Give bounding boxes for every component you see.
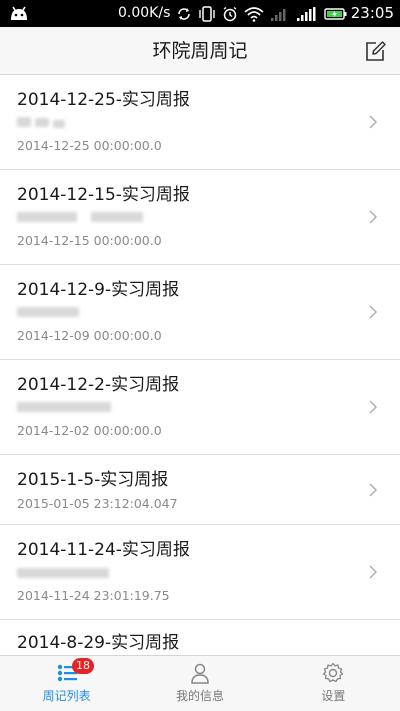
sync-icon	[178, 7, 190, 20]
chevron-right-icon	[369, 305, 378, 319]
app-header: 环院周周记	[0, 27, 400, 75]
report-title: 2014-8-29-实习周报	[17, 633, 180, 653]
tab-my-info[interactable]: 我的信息	[133, 656, 266, 711]
report-title: 2014-12-15-实习周报	[17, 185, 190, 205]
chevron-right-icon	[369, 115, 378, 129]
list-item[interactable]: 2014-12-25-实习周报 2014-12-25 00:00:00.0	[0, 75, 400, 170]
user-icon	[191, 663, 209, 684]
report-title: 2014-12-2-实习周报	[17, 375, 180, 395]
signal-icon	[271, 8, 286, 21]
list-item[interactable]: 2014-11-24-实习周报 2014-11-24 23:01:19.75	[0, 525, 400, 620]
gear-icon	[323, 662, 344, 683]
wifi-icon	[244, 6, 264, 22]
net-speed: 0.00K/s	[118, 5, 171, 21]
clock: 23:05	[350, 4, 394, 22]
report-title: 2014-12-9-实习周报	[17, 280, 180, 300]
chevron-right-icon	[369, 565, 378, 579]
android-icon	[11, 6, 27, 20]
report-title: 2014-12-25-实习周报	[17, 90, 190, 110]
report-list[interactable]: 2014-12-25-实习周报 2014-12-25 00:00:00.0 20…	[0, 75, 400, 655]
tab-report-list[interactable]: 18 周记列表	[0, 656, 133, 711]
report-time: 2014-12-02 00:00:00.0	[17, 423, 162, 438]
tab-label: 设置	[321, 689, 346, 703]
list-item[interactable]: 2014-12-15-实习周报 2014-12-15 00:00:00.0	[0, 170, 400, 265]
report-time: 2014-11-24 23:01:19.75	[17, 588, 170, 603]
report-title: 2015-1-5-实习周报	[17, 470, 169, 490]
status-icons	[176, 4, 348, 23]
signal-4g-icon	[297, 6, 316, 21]
chevron-right-icon	[369, 483, 378, 497]
report-time: 2014-12-25 00:00:00.0	[17, 138, 162, 153]
tab-label: 我的信息	[175, 689, 224, 703]
tab-settings[interactable]: 设置	[267, 656, 400, 711]
status-bar: 0.00K/s 23:05	[0, 0, 400, 27]
report-title: 2014-11-24-实习周报	[17, 540, 190, 560]
report-time: 2014-12-09 00:00:00.0	[17, 328, 162, 343]
vibrate-icon	[199, 5, 215, 22]
list-item[interactable]: 2014-12-9-实习周报 2014-12-09 00:00:00.0	[0, 265, 400, 360]
unread-badge: 18	[72, 658, 94, 674]
report-time: 2014-12-15 00:00:00.0	[17, 233, 162, 248]
chevron-right-icon	[369, 210, 378, 224]
list-item[interactable]: 2014-8-29-实习周报	[0, 620, 400, 655]
list-item[interactable]: 2015-1-5-实习周报 2015-01-05 23:12:04.047	[0, 455, 400, 525]
compose-icon[interactable]	[364, 40, 386, 62]
list-item[interactable]: 2014-12-2-实习周报 2014-12-02 00:00:00.0	[0, 360, 400, 455]
battery-charging-icon	[324, 7, 347, 20]
report-time: 2015-01-05 23:12:04.047	[17, 496, 178, 511]
alarm-icon	[223, 6, 237, 21]
tab-label: 周记列表	[42, 689, 91, 703]
page-title: 环院周周记	[152, 40, 248, 62]
chevron-right-icon	[369, 400, 378, 414]
tab-bar: 18 周记列表 我的信息 设置	[0, 655, 400, 711]
